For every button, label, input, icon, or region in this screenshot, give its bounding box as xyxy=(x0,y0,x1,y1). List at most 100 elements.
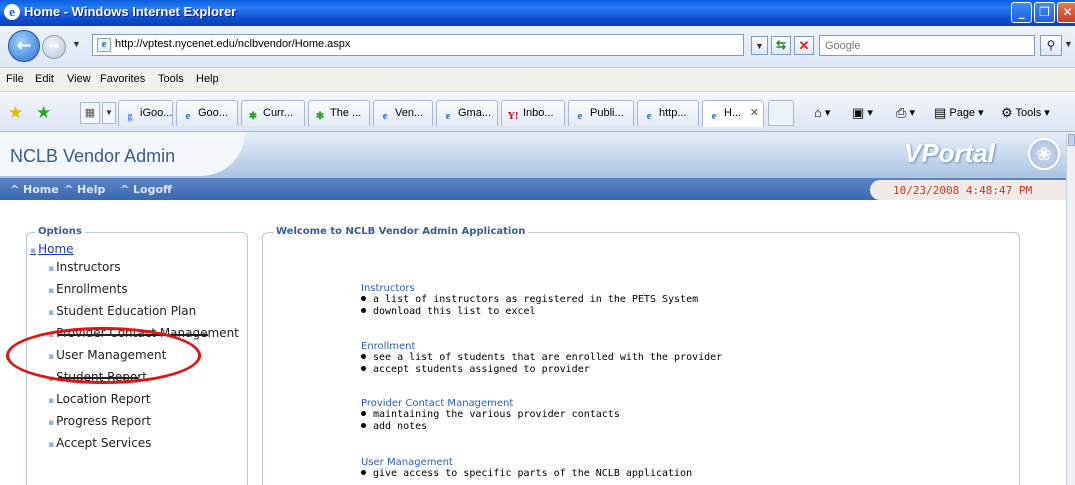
bullet-icon: ▪ xyxy=(48,308,55,318)
option-accept-services[interactable]: ▪ Accept Services xyxy=(48,436,151,450)
option-label: Enrollments xyxy=(56,282,128,296)
quick-tabs-icon[interactable]: ▦ xyxy=(80,102,100,124)
tools-menu[interactable]: ⚙ Tools ▾ xyxy=(1001,105,1050,121)
tab-publi[interactable]: e Publi... xyxy=(568,100,634,126)
spark-icon: ✱ xyxy=(248,111,258,122)
bullet-dot xyxy=(361,296,366,301)
menu-view[interactable]: View xyxy=(67,73,91,85)
ie-page-icon: e xyxy=(646,111,652,122)
section-bullet: give access to specific parts of the NCL… xyxy=(361,468,692,479)
forward-button[interactable]: → xyxy=(42,35,66,59)
maximize-button[interactable]: ❐ xyxy=(1034,2,1055,23)
tab-http[interactable]: e http... xyxy=(637,100,699,126)
bullet-text: give access to specific parts of the NCL… xyxy=(373,468,693,479)
bullet-icon: ▪ xyxy=(48,418,55,428)
vertical-scrollbar[interactable] xyxy=(1066,132,1075,485)
nav-help-link[interactable]: ^ Help xyxy=(64,183,105,196)
search-options-dropdown-icon[interactable]: ▼ xyxy=(1064,39,1073,49)
nav-logoff-link[interactable]: ^ Logoff xyxy=(120,183,172,196)
section-title-instructors: Instructors xyxy=(361,283,415,294)
section-title-enrollment: Enrollment xyxy=(361,341,416,352)
address-url[interactable]: http://vptest.nycenet.edu/nclbvendor/Hom… xyxy=(115,38,350,50)
favorites-center-icon[interactable]: ★ xyxy=(8,103,23,123)
tab-home-active[interactable]: e H... ✕ xyxy=(702,100,764,127)
bullet-icon: ▪ xyxy=(48,264,55,274)
refresh-button[interactable]: ⇆ xyxy=(771,36,791,55)
section-bullet: see a list of students that are enrolled… xyxy=(361,352,722,363)
ie-logo-icon: e xyxy=(4,4,20,20)
page-icon: ▤ xyxy=(934,105,947,120)
search-icon[interactable]: ⚲ xyxy=(1040,35,1062,56)
menu-edit[interactable]: Edit xyxy=(35,73,54,85)
section-bullet: maintaining the various provider contact… xyxy=(361,409,620,420)
vportal-logo: VPortal xyxy=(904,138,996,168)
address-bar[interactable]: e http://vptest.nycenet.edu/nclbvendor/H… xyxy=(92,34,744,56)
search-box[interactable] xyxy=(819,35,1035,56)
home-icon[interactable]: ⌂ ▾ xyxy=(814,105,830,120)
back-button[interactable]: ← xyxy=(8,30,40,62)
bullet-text: accept students assigned to provider xyxy=(373,364,590,375)
page-icon: e xyxy=(97,38,111,52)
options-home-link[interactable]: ▪ Home xyxy=(30,242,74,256)
ie-page-icon: e xyxy=(185,111,191,122)
tab-label: H... xyxy=(724,107,742,119)
tab-ven[interactable]: e Ven... xyxy=(373,100,433,126)
menu-help[interactable]: Help xyxy=(196,73,219,85)
tab-inbox[interactable]: Y! Inbo... xyxy=(501,100,565,126)
option-location-report[interactable]: ▪ Location Report xyxy=(48,392,150,406)
close-tab-icon[interactable]: ✕ xyxy=(750,106,759,119)
tab-gmail[interactable]: e Gma... xyxy=(436,100,498,126)
tab-list-dropdown-icon[interactable]: ▼ xyxy=(102,102,116,124)
browser-window: e Home - Windows Internet Explorer _ ❐ ✕… xyxy=(0,0,1075,485)
menu-favorites[interactable]: Favorites xyxy=(100,73,145,85)
bullet-icon: ▪ xyxy=(48,286,55,296)
feeds-icon[interactable]: ▣ ▾ xyxy=(852,105,873,121)
tab-label: http... xyxy=(659,107,687,119)
bullet-dot xyxy=(361,354,366,359)
minimize-button[interactable]: _ xyxy=(1011,2,1032,23)
bullet-text: add notes xyxy=(373,421,428,432)
add-favorite-icon[interactable]: ★ xyxy=(36,103,51,123)
option-label: Location Report xyxy=(56,392,151,406)
section-bullet: accept students assigned to provider xyxy=(361,364,590,375)
close-button[interactable]: ✕ xyxy=(1057,2,1075,23)
tab-the[interactable]: ✱ The ... xyxy=(308,100,370,126)
page-content: NCLB Vendor Admin VPortal ❀ ^ Home ^ Hel… xyxy=(0,132,1066,485)
address-dropdown-button[interactable]: ▼ xyxy=(751,36,768,55)
scroll-up-arrow[interactable] xyxy=(1068,134,1075,146)
ie-page-icon: e xyxy=(711,111,717,122)
welcome-legend: Welcome to NCLB Vendor Admin Application xyxy=(273,226,529,237)
history-dropdown-icon[interactable]: ▼ xyxy=(72,39,81,49)
option-instructors[interactable]: ▪ Instructors xyxy=(48,260,121,274)
section-bullet: a list of instructors as registered in t… xyxy=(361,294,698,305)
stop-button[interactable]: ✕ xyxy=(794,36,814,55)
bullet-icon: ▪ xyxy=(48,440,55,450)
option-progress-report[interactable]: ▪ Progress Report xyxy=(48,414,151,428)
section-title-provider-contact: Provider Contact Management xyxy=(361,398,514,409)
menu-file[interactable]: File xyxy=(6,73,24,85)
menu-tools[interactable]: Tools xyxy=(158,73,184,85)
section-title-user-management: User Management xyxy=(361,457,453,468)
tab-curr[interactable]: ✱ Curr... xyxy=(241,100,305,126)
new-tab-button[interactable] xyxy=(768,100,794,126)
tab-label: Ven... xyxy=(395,107,424,119)
print-icon[interactable]: ⎙ ▾ xyxy=(896,105,915,121)
seal-icon: ❀ xyxy=(1028,138,1060,170)
yahoo-icon: Y! xyxy=(507,111,519,122)
ie-page-icon: e xyxy=(382,111,388,122)
search-input[interactable] xyxy=(820,36,1020,56)
tab-label: The ... xyxy=(330,107,362,119)
section-bullet: add notes xyxy=(361,421,427,432)
tab-igoogle[interactable]: g iGoo... xyxy=(118,100,173,126)
option-label: Instructors xyxy=(56,260,121,274)
page-menu[interactable]: ▤ Page ▾ xyxy=(934,105,984,121)
option-enrollments[interactable]: ▪ Enrollments xyxy=(48,282,128,296)
options-legend: Options xyxy=(35,226,85,237)
option-label: Progress Report xyxy=(56,414,151,428)
nav-home-link[interactable]: ^ Home xyxy=(10,183,59,196)
gear-icon: ⚙ xyxy=(1001,105,1013,120)
section-bullet: download this list to excel xyxy=(361,306,536,317)
tab-label: Goo... xyxy=(198,107,228,119)
tab-google[interactable]: e Goo... xyxy=(176,100,238,126)
option-student-education-plan[interactable]: ▪ Student Education Plan xyxy=(48,304,196,318)
